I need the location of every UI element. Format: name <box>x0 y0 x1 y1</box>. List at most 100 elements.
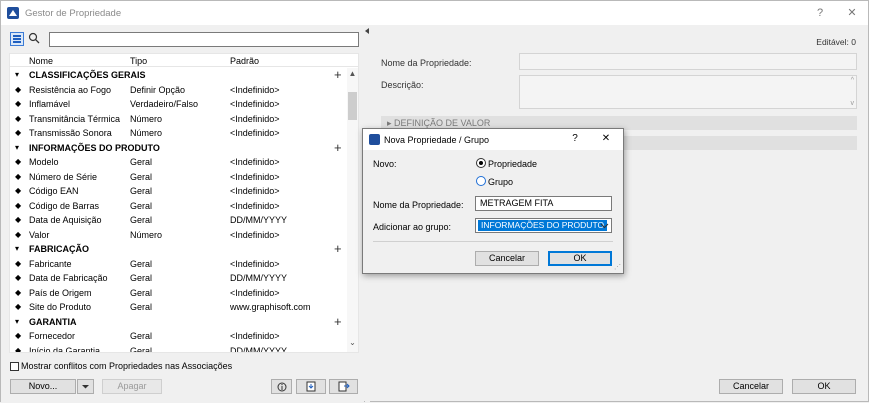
add-to-group-icon[interactable]: + <box>334 140 342 156</box>
scroll-up-icon[interactable]: ▲ <box>348 69 357 79</box>
dialog-ok-button[interactable]: OK <box>548 251 612 266</box>
table-row[interactable]: ◆ Início da Garantia Geral DD/MM/YYYY <box>10 344 346 353</box>
cell-name: Resistência ao Fogo <box>29 84 112 95</box>
group-radio[interactable] <box>476 176 486 186</box>
description-field[interactable]: ^ v <box>519 75 857 109</box>
dialog-close-button[interactable]: ✕ <box>599 132 613 146</box>
add-to-group-label: Adicionar ao grupo: <box>373 222 452 232</box>
info-icon <box>277 382 286 392</box>
scroll-thumb[interactable] <box>348 92 357 120</box>
table-row[interactable]: ◆ Transmissão Sonora Número <Indefinido> <box>10 126 346 141</box>
description-label: Descrição: <box>381 80 424 90</box>
property-bullet-icon: ◆ <box>15 302 22 311</box>
main-ok-button[interactable]: OK <box>792 379 856 394</box>
new-type-label: Novo: <box>373 159 397 169</box>
table-row[interactable]: ◆ Fabricante Geral <Indefinido> <box>10 257 346 272</box>
cell-type: Geral <box>130 273 153 283</box>
list-view-icon[interactable] <box>10 32 24 46</box>
property-table: Nome Tipo Padrão ▾ CLASSIFICAÇÕES GERAIS +… <box>9 53 359 353</box>
group-row[interactable]: ▾ CLASSIFICAÇÕES GERAIS + <box>10 68 346 83</box>
table-row[interactable]: ◆ Resistência ao Fogo Definir Opção <Indefi… <box>10 83 346 98</box>
table-row[interactable]: ◆ Site do Produto Geral www.graphisoft.com <box>10 300 346 315</box>
table-row[interactable]: ◆ Código EAN Geral <Indefinido> <box>10 184 346 199</box>
cell-type: Geral <box>130 345 153 353</box>
dialog-cancel-button[interactable]: Cancelar <box>475 251 539 266</box>
collapse-arrow-icon[interactable]: ▾ <box>15 141 19 156</box>
group-row[interactable]: ▾ INFORMAÇÕES DO PRODUTO + <box>10 140 346 156</box>
info-button[interactable] <box>271 379 292 394</box>
show-conflicts-checkbox[interactable] <box>10 362 19 371</box>
cell-default: <Indefinido> <box>230 229 280 240</box>
group-select[interactable]: INFORMAÇÕES DO PRODUTO <box>475 218 612 233</box>
export-button[interactable] <box>329 379 358 394</box>
property-name-label: Nome da Propriedade: <box>373 200 464 210</box>
property-bullet-icon: ◆ <box>15 128 22 137</box>
cell-name: Modelo <box>29 157 59 167</box>
table-row[interactable]: ◆ Inflamável Verdadeiro/Falso <Indefinido> <box>10 97 346 112</box>
cell-type: Geral <box>130 258 153 269</box>
chevron-down-icon <box>600 223 609 229</box>
resize-grip-icon[interactable]: ⋰ <box>614 264 621 271</box>
collapse-arrow-icon[interactable]: ▾ <box>15 68 19 83</box>
cell-name: Código EAN <box>29 186 79 196</box>
collapse-arrow-icon[interactable]: ▾ <box>15 315 19 330</box>
vertical-scrollbar[interactable]: ▲ ⌄ <box>347 68 358 352</box>
table-row[interactable]: ◆ Modelo Geral <Indefinido> <box>10 155 346 170</box>
table-row[interactable]: ◆ Fornecedor Geral <Indefinido> <box>10 329 346 344</box>
column-header-default[interactable]: Padrão <box>230 56 259 66</box>
group-row[interactable]: ▾ FABRICAÇÃO + <box>10 241 346 257</box>
table-row[interactable]: ◆ Código de Barras Geral <Indefinido> <box>10 199 346 214</box>
table-row[interactable]: ◆ Transmitância Térmica Número <Indefinido> <box>10 112 346 127</box>
cell-default: <Indefinido> <box>230 258 280 269</box>
table-row[interactable]: ◆ Valor Número <Indefinido> <box>10 228 346 243</box>
cell-type: Geral <box>130 186 153 196</box>
import-button[interactable] <box>296 379 326 394</box>
column-header-type[interactable]: Tipo <box>130 56 147 66</box>
property-name-input[interactable]: METRAGEM FITA <box>475 196 612 211</box>
table-row[interactable]: ◆ Número de Série Geral <Indefinido> <box>10 170 346 185</box>
property-bullet-icon: ◆ <box>15 200 22 210</box>
dialog-help-button[interactable]: ? <box>568 132 582 146</box>
column-header-name[interactable]: Nome <box>29 56 53 66</box>
group-radio-label: Grupo <box>488 177 514 187</box>
add-to-group-icon[interactable]: + <box>334 68 342 83</box>
add-to-group-icon[interactable]: + <box>334 314 342 330</box>
cell-type: Geral <box>130 171 153 182</box>
cell-type: Número <box>130 128 163 138</box>
cell-name: Valor <box>29 229 50 240</box>
cell-type: Geral <box>130 200 153 211</box>
cell-type: Verdadeiro/Falso <box>130 99 199 109</box>
search-input[interactable] <box>49 32 359 47</box>
cell-name: Fornecedor <box>29 331 76 341</box>
help-button[interactable]: ? <box>812 5 828 21</box>
search-icon[interactable] <box>28 32 40 44</box>
group-row[interactable]: ▾ GARANTIA + <box>10 314 346 330</box>
property-name-field[interactable] <box>519 53 857 70</box>
close-window-button[interactable]: ✕ <box>844 5 860 21</box>
new-button[interactable]: Novo... <box>10 379 76 394</box>
table-row[interactable]: ◆ País de Origem Geral <Indefinido> <box>10 286 346 301</box>
cell-name: FABRICAÇÃO <box>29 244 89 254</box>
dialog-title-bar: Nova Propriedade / Grupo ? ✕ <box>363 129 623 150</box>
scroll-down-icon[interactable]: ⌄ <box>348 338 357 348</box>
main-cancel-button[interactable]: Cancelar <box>719 379 783 394</box>
cell-default: <Indefinido> <box>230 84 280 95</box>
cell-name: Transmissão Sonora <box>29 128 112 138</box>
table-row[interactable]: ◆ Data de Aquisição Geral DD/MM/YYYY <box>10 213 346 228</box>
cell-default: www.graphisoft.com <box>230 302 311 312</box>
collapse-arrow-icon[interactable]: ▾ <box>15 242 19 257</box>
table-row[interactable]: ◆ Data de Fabricação Geral DD/MM/YYYY <box>10 271 346 286</box>
cell-name: Data de Aquisição <box>29 215 102 225</box>
property-radio[interactable] <box>476 158 486 168</box>
cell-default: <Indefinido> <box>230 331 280 341</box>
cell-default: <Indefinido> <box>230 186 280 196</box>
new-dropdown-button[interactable] <box>77 379 94 394</box>
property-bullet-icon: ◆ <box>15 273 22 282</box>
cell-default: <Indefinido> <box>230 113 280 124</box>
property-bullet-icon: ◆ <box>15 229 22 239</box>
delete-button[interactable]: Apagar <box>102 379 162 394</box>
editable-count: Editável: 0 <box>816 37 856 47</box>
archicad-logo-icon <box>7 7 19 19</box>
property-bullet-icon: ◆ <box>15 258 22 268</box>
add-to-group-icon[interactable]: + <box>334 241 342 257</box>
